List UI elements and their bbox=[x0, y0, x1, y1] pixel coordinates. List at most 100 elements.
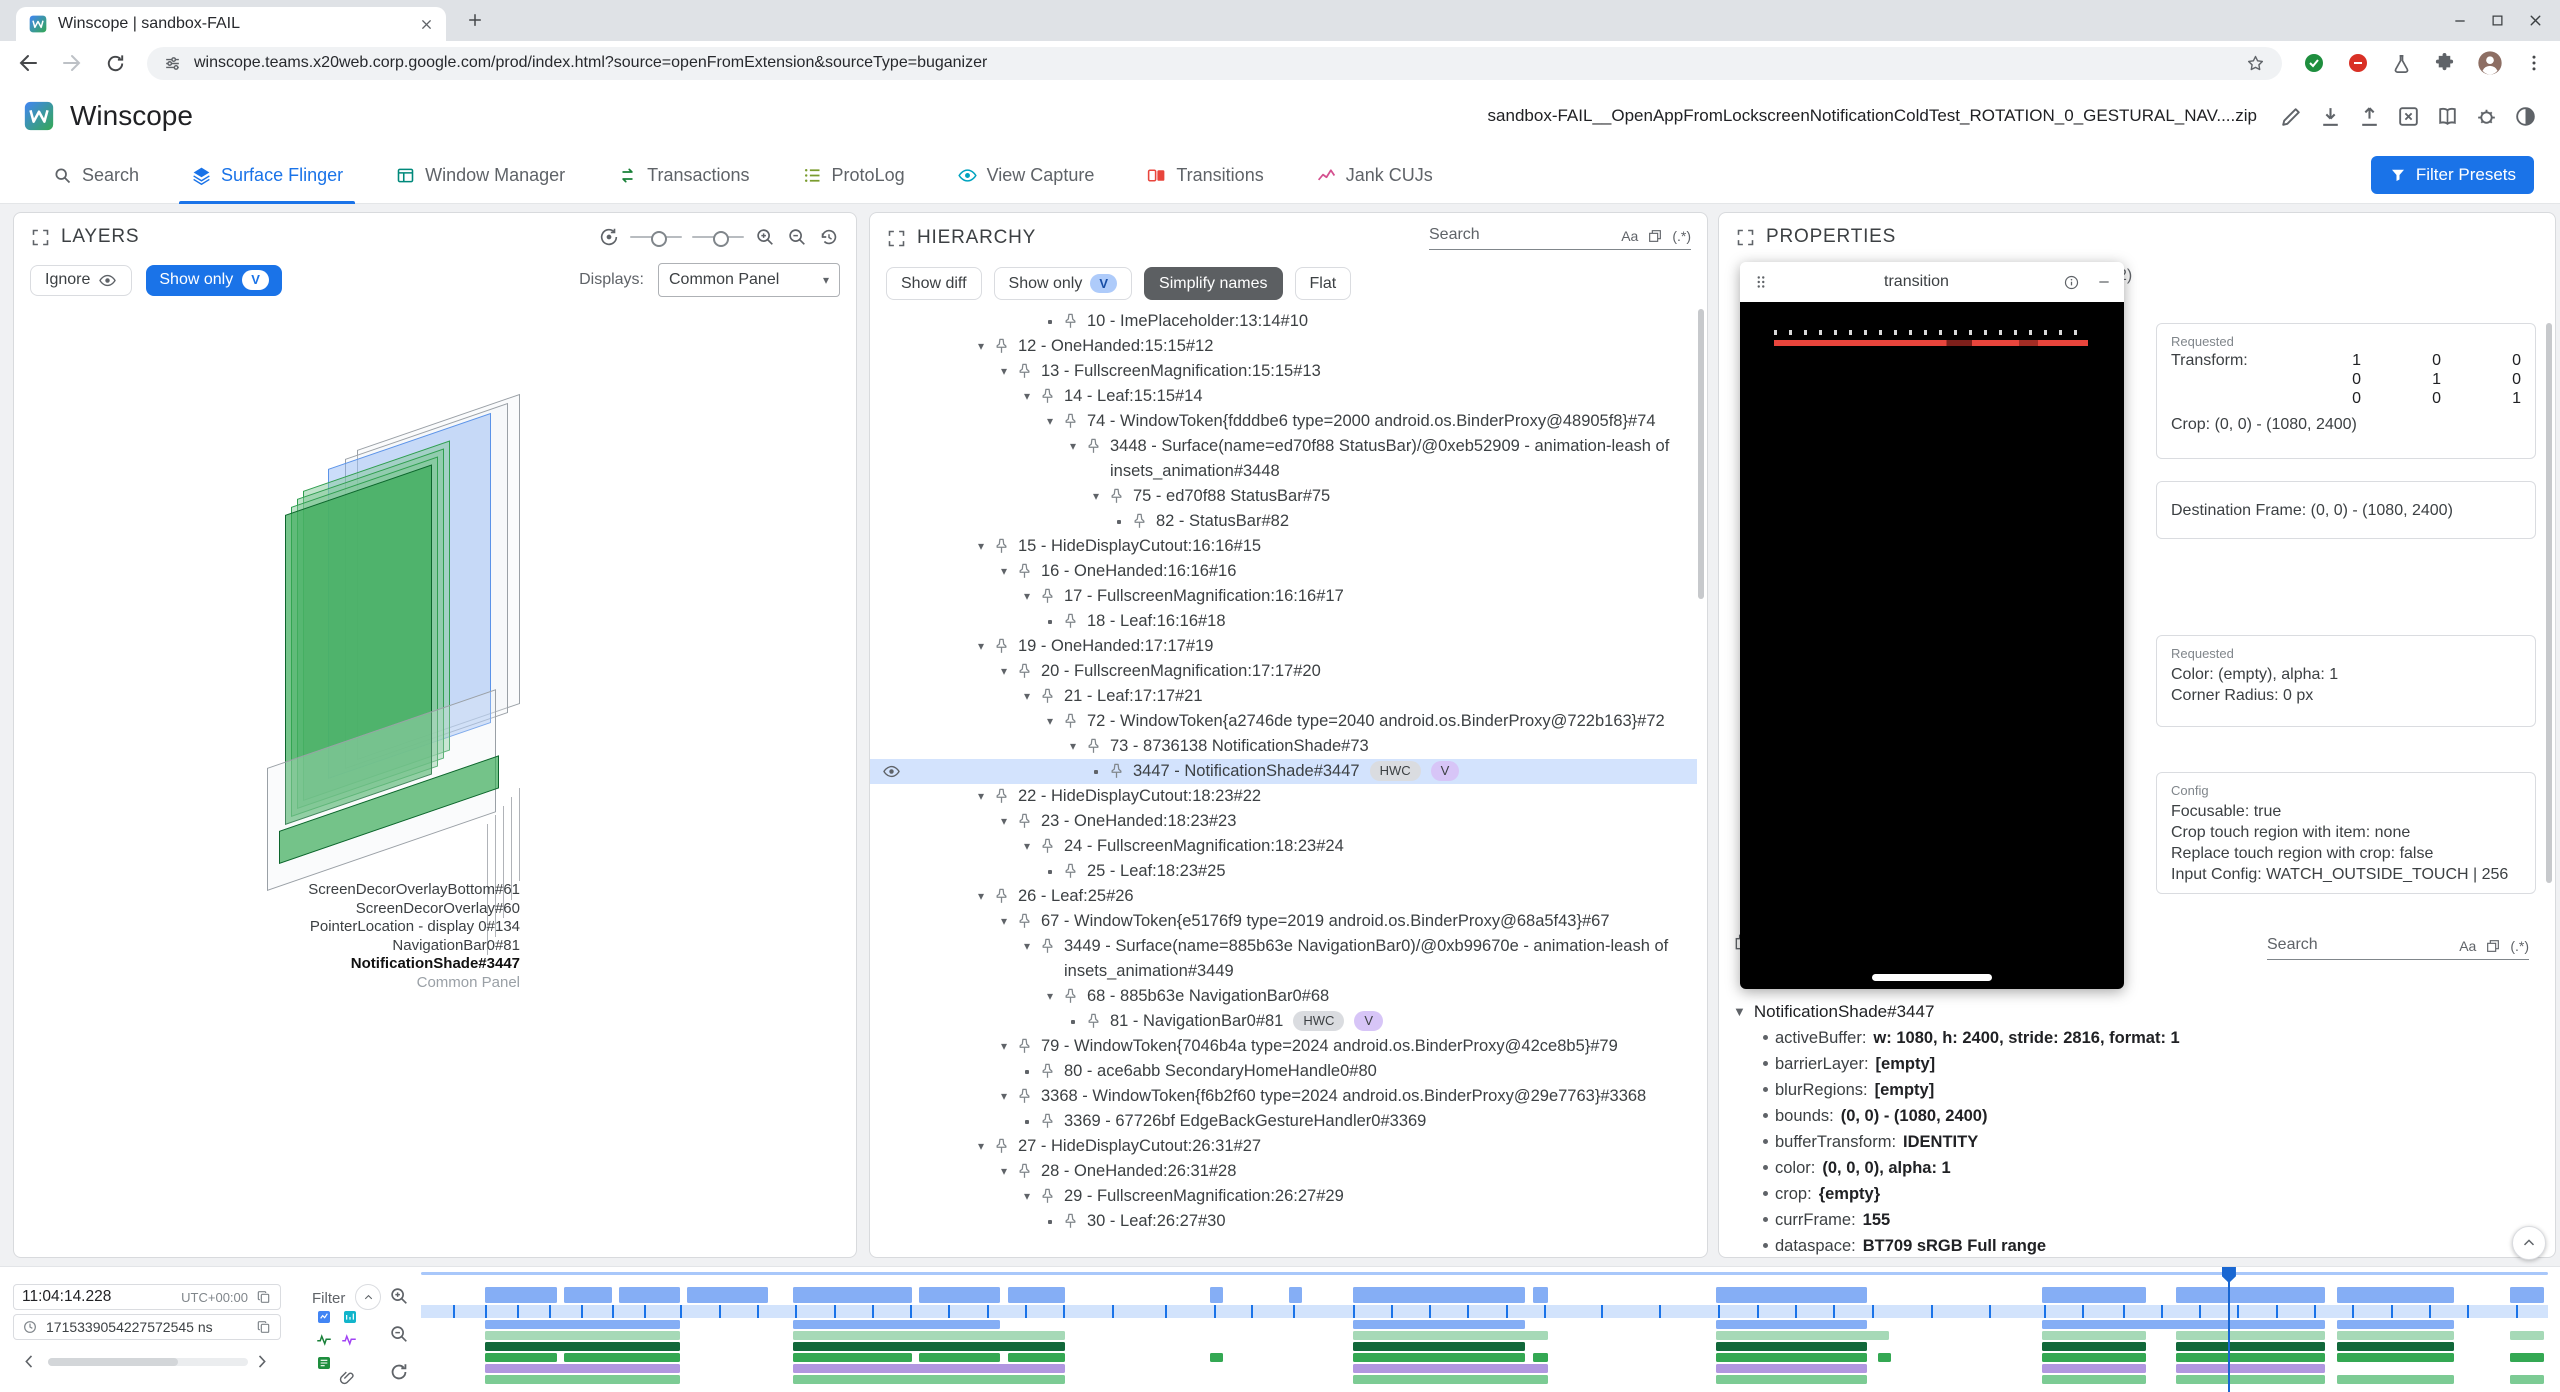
tree-row[interactable]: ▾28 - OneHanded:26:31#28 bbox=[870, 1159, 1697, 1184]
next-entry-icon[interactable] bbox=[252, 1352, 271, 1371]
tree-row[interactable]: 82 - StatusBar#82 bbox=[870, 509, 1697, 534]
filter-presets-button[interactable]: Filter Presets bbox=[2371, 156, 2534, 194]
pin-icon[interactable] bbox=[992, 537, 1011, 556]
pin-icon[interactable] bbox=[1038, 1187, 1057, 1206]
pin-icon[interactable] bbox=[1015, 912, 1034, 931]
layer-label[interactable]: NotificationShade#3447 bbox=[84, 955, 520, 974]
tree-row[interactable]: ▾67 - WindowToken{e5176f9 type=2019 andr… bbox=[870, 909, 1697, 934]
tree-row[interactable]: ▾23 - OneHanded:18:23#23 bbox=[870, 809, 1697, 834]
extension-flask-icon[interactable] bbox=[2390, 52, 2413, 75]
layer-label[interactable]: Common Panel bbox=[84, 974, 520, 993]
pin-icon[interactable] bbox=[1038, 387, 1057, 406]
trace-type-sf-icon[interactable] bbox=[316, 1309, 332, 1325]
expand-arrow-icon[interactable]: ▾ bbox=[1039, 984, 1061, 1009]
nav-tab-surface-flinger[interactable]: Surface Flinger bbox=[165, 147, 369, 204]
expand-arrow-icon[interactable]: ▾ bbox=[1016, 384, 1038, 409]
properties-scrollbar[interactable] bbox=[2546, 323, 2552, 883]
match-case-icon[interactable]: Aa bbox=[1621, 228, 1638, 244]
spacing-slider[interactable] bbox=[630, 236, 682, 238]
pin-icon[interactable] bbox=[1061, 412, 1080, 431]
timeline-reset-zoom-icon[interactable] bbox=[388, 1361, 410, 1383]
tree-row[interactable]: ▾74 - WindowToken{fdddbe6 type=2000 andr… bbox=[870, 409, 1697, 434]
nav-tab-jank-cujs[interactable]: Jank CUJs bbox=[1290, 147, 1459, 204]
expand-arrow-icon[interactable]: ▾ bbox=[993, 359, 1015, 384]
window-close-icon[interactable] bbox=[2527, 12, 2544, 29]
expand-arrow-icon[interactable]: ▾ bbox=[993, 1084, 1015, 1109]
property-row[interactable]: barrierLayer:[empty] bbox=[1733, 1051, 2537, 1077]
timeline-cursor-handle[interactable] bbox=[2222, 1267, 2236, 1283]
copy-icon[interactable] bbox=[256, 1319, 272, 1335]
tree-row[interactable]: ▾13 - FullscreenMagnification:15:15#13 bbox=[870, 359, 1697, 384]
expand-arrow-icon[interactable]: ▾ bbox=[970, 1134, 992, 1159]
tree-row[interactable]: ▾27 - HideDisplayCutout:26:31#27 bbox=[870, 1134, 1697, 1159]
tree-row[interactable]: ▾72 - WindowToken{a2746de type=2040 andr… bbox=[870, 709, 1697, 734]
pin-icon[interactable] bbox=[1061, 862, 1080, 881]
tree-row[interactable]: ▾12 - OneHanded:15:15#12 bbox=[870, 334, 1697, 359]
expand-arrow-icon[interactable]: ▾ bbox=[1039, 709, 1061, 734]
tree-row[interactable]: 18 - Leaf:16:16#18 bbox=[870, 609, 1697, 634]
transition-overlay-window[interactable]: transition bbox=[1740, 262, 2124, 989]
layer-label[interactable]: PointerLocation - display 0#134 bbox=[84, 918, 520, 937]
tree-row[interactable]: ▾16 - OneHanded:16:16#16 bbox=[870, 559, 1697, 584]
visibility-icon[interactable] bbox=[882, 762, 901, 781]
new-tab-button[interactable] bbox=[466, 11, 484, 29]
trace-type-wm-icon[interactable] bbox=[315, 1331, 333, 1349]
pin-icon[interactable] bbox=[1015, 1037, 1034, 1056]
show-only-v-button[interactable]: Show only V bbox=[994, 267, 1133, 300]
pin-icon[interactable] bbox=[1015, 812, 1034, 831]
regex-icon[interactable]: (.*) bbox=[1672, 228, 1691, 244]
download-icon[interactable] bbox=[2318, 104, 2343, 129]
timeline-time-box[interactable]: 11:04:14.228 UTC+00:00 bbox=[13, 1284, 281, 1310]
tree-row[interactable]: ▾17 - FullscreenMagnification:16:16#17 bbox=[870, 584, 1697, 609]
trace-type-protolog-icon[interactable] bbox=[316, 1355, 332, 1371]
tree-row[interactable]: 10 - ImePlaceholder:13:14#10 bbox=[870, 309, 1697, 334]
back-icon[interactable] bbox=[16, 51, 40, 75]
zoom-out-icon[interactable] bbox=[786, 226, 808, 248]
nav-tab-view-capture[interactable]: View Capture bbox=[931, 147, 1121, 204]
pin-icon[interactable] bbox=[1084, 737, 1103, 756]
tree-row[interactable]: ▾73 - 8736138 NotificationShade#73 bbox=[870, 734, 1697, 759]
pin-icon[interactable] bbox=[1084, 437, 1103, 456]
timeline-plot[interactable] bbox=[421, 1267, 2548, 1392]
expand-arrow-icon[interactable]: ▾ bbox=[1016, 1184, 1038, 1209]
layer-label[interactable]: ScreenDecorOverlay#60 bbox=[84, 900, 520, 919]
expand-arrow-icon[interactable]: ▾ bbox=[970, 534, 992, 559]
timeline-zoom-out-icon[interactable] bbox=[388, 1323, 410, 1345]
simplify-names-button[interactable]: Simplify names bbox=[1144, 267, 1282, 300]
tree-row[interactable]: 3369 - 67726bf EdgeBackGestureHandler0#3… bbox=[870, 1109, 1697, 1134]
layer-label[interactable]: ScreenDecorOverlayBottom#61 bbox=[84, 881, 520, 900]
pin-icon[interactable] bbox=[1130, 512, 1149, 531]
expand-arrow-icon[interactable]: ▾ bbox=[993, 1034, 1015, 1059]
expand-arrow-icon[interactable]: ▾ bbox=[1016, 584, 1038, 609]
expand-arrow-icon[interactable]: ▾ bbox=[1016, 934, 1038, 959]
property-row[interactable]: color:(0, 0, 0), alpha: 1 bbox=[1733, 1155, 2537, 1181]
pin-icon[interactable] bbox=[992, 637, 1011, 656]
nav-tab-search[interactable]: Search bbox=[26, 147, 165, 204]
trace-type-transactions-icon[interactable] bbox=[342, 1309, 358, 1325]
nav-tab-transitions[interactable]: Transitions bbox=[1120, 147, 1289, 204]
zoom-in-icon[interactable] bbox=[754, 226, 776, 248]
collapse-panel-icon[interactable] bbox=[1735, 227, 1756, 248]
pin-icon[interactable] bbox=[1015, 562, 1034, 581]
tree-row[interactable]: 3447 - NotificationShade#3447HWCV bbox=[870, 759, 1697, 784]
show-only-v-toggle[interactable]: Show only V bbox=[146, 265, 282, 296]
separation-slider[interactable] bbox=[692, 236, 744, 238]
window-minimize-icon[interactable] bbox=[2452, 13, 2468, 29]
browser-tab[interactable]: Winscope | sandbox-FAIL bbox=[16, 7, 446, 41]
expand-arrow-icon[interactable]: ▼ bbox=[1733, 999, 1746, 1025]
tree-row[interactable]: ▾68 - 885b63e NavigationBar0#68 bbox=[870, 984, 1697, 1009]
show-diff-button[interactable]: Show diff bbox=[886, 267, 982, 300]
expand-arrow-icon[interactable]: ▾ bbox=[1062, 734, 1084, 759]
tree-row[interactable]: ▾75 - ed70f88 StatusBar#75 bbox=[870, 484, 1697, 509]
highlight-matches-icon[interactable] bbox=[2485, 938, 2501, 954]
expand-arrow-icon[interactable]: ▾ bbox=[1062, 434, 1084, 459]
timeline-zoom-in-icon[interactable] bbox=[388, 1285, 410, 1307]
tree-row[interactable]: ▾26 - Leaf:25#26 bbox=[870, 884, 1697, 909]
tab-close-icon[interactable] bbox=[419, 17, 434, 32]
pin-icon[interactable] bbox=[1038, 687, 1057, 706]
pin-icon[interactable] bbox=[992, 887, 1011, 906]
expand-arrow-icon[interactable]: ▾ bbox=[993, 809, 1015, 834]
reset-zoom-icon[interactable] bbox=[818, 226, 840, 248]
pin-icon[interactable] bbox=[1061, 312, 1080, 331]
address-bar[interactable]: winscope.teams.x20web.corp.google.com/pr… bbox=[147, 47, 2282, 80]
